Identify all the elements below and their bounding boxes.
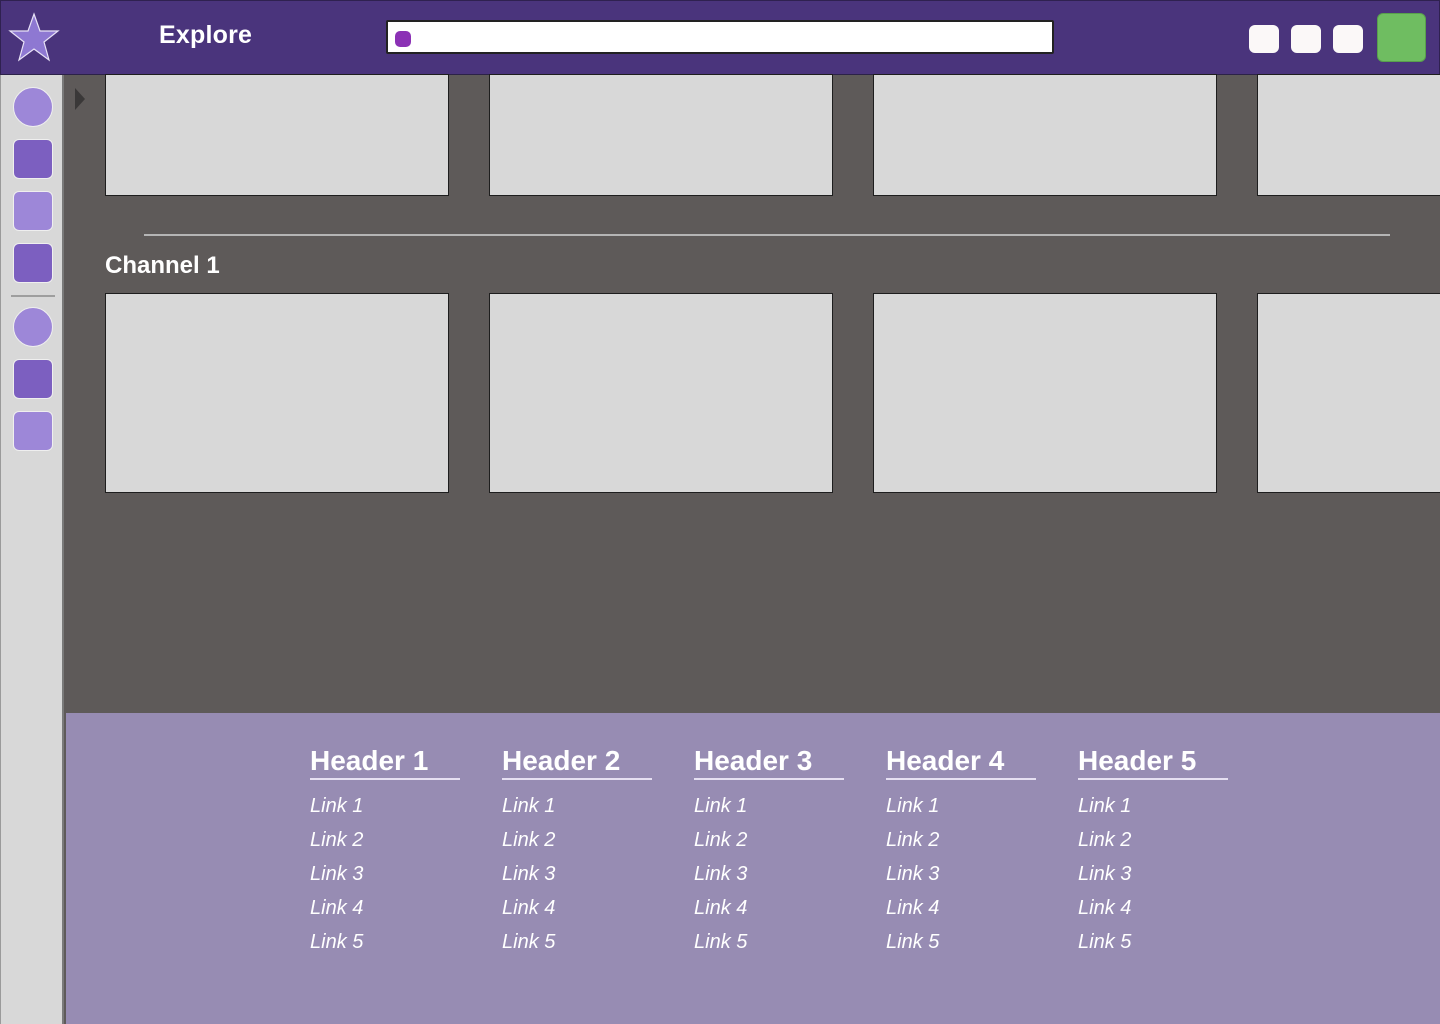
footer-link[interactable]: Link 3 [694, 857, 844, 891]
footer-link[interactable]: Link 2 [694, 823, 844, 857]
footer-link[interactable]: Link 5 [1078, 925, 1228, 959]
toolbar-button-2[interactable] [1291, 25, 1321, 53]
footer-link[interactable]: Link 4 [502, 891, 652, 925]
footer-link[interactable]: Link 1 [310, 789, 460, 823]
footer-link[interactable]: Link 2 [886, 823, 1036, 857]
toolbar-button-1[interactable] [1249, 25, 1279, 53]
video-thumbnail[interactable] [873, 293, 1217, 493]
channel-title: Channel 1 [105, 252, 220, 279]
footer-column-1: Header 1 Link 1 Link 2 Link 3 Link 4 Lin… [310, 744, 460, 959]
footer-column-2: Header 2 Link 1 Link 2 Link 3 Link 4 Lin… [502, 744, 652, 959]
expand-arrow-icon[interactable] [75, 88, 85, 110]
footer-header: Header 4 [886, 744, 1036, 780]
search-bar[interactable] [386, 20, 1054, 54]
video-thumbnail[interactable] [1257, 74, 1440, 196]
video-thumbnail[interactable] [873, 74, 1217, 196]
video-thumbnail[interactable] [105, 74, 449, 196]
footer-link[interactable]: Link 2 [1078, 823, 1228, 857]
footer-header: Header 1 [310, 744, 460, 780]
footer-link[interactable]: Link 1 [886, 789, 1036, 823]
video-thumbnail[interactable] [489, 74, 833, 196]
sidebar-item-4[interactable] [13, 243, 53, 283]
sidebar-item-6[interactable] [13, 359, 53, 399]
footer-link[interactable]: Link 1 [1078, 789, 1228, 823]
footer-link[interactable]: Link 4 [310, 891, 460, 925]
footer-header: Header 3 [694, 744, 844, 780]
page-title: Explore [159, 21, 253, 49]
section-divider [144, 234, 1390, 236]
sidebar-item-5[interactable] [13, 307, 53, 347]
footer-link[interactable]: Link 1 [694, 789, 844, 823]
footer-link[interactable]: Link 2 [502, 823, 652, 857]
profile-button[interactable] [1377, 13, 1426, 62]
footer-link[interactable]: Link 3 [502, 857, 652, 891]
sidebar-item-7[interactable] [13, 411, 53, 451]
sidebar-item-3[interactable] [13, 191, 53, 231]
sidebar [0, 75, 64, 1024]
video-thumbnail[interactable] [105, 293, 449, 493]
video-thumbnail[interactable] [1257, 293, 1440, 493]
footer-link[interactable]: Link 5 [310, 925, 460, 959]
footer-link[interactable]: Link 4 [1078, 891, 1228, 925]
footer-link[interactable]: Link 3 [310, 857, 460, 891]
footer-link[interactable]: Link 4 [694, 891, 844, 925]
sidebar-divider [11, 295, 55, 297]
footer-link[interactable]: Link 5 [694, 925, 844, 959]
footer-link[interactable]: Link 1 [502, 789, 652, 823]
star-icon[interactable] [8, 12, 60, 62]
footer-column-3: Header 3 Link 1 Link 2 Link 3 Link 4 Lin… [694, 744, 844, 959]
video-thumbnail[interactable] [489, 293, 833, 493]
footer: Header 1 Link 1 Link 2 Link 3 Link 4 Lin… [66, 713, 1440, 1024]
footer-link[interactable]: Link 2 [310, 823, 460, 857]
search-input[interactable] [418, 24, 1042, 52]
toolbar-button-3[interactable] [1333, 25, 1363, 53]
footer-link[interactable]: Link 4 [886, 891, 1036, 925]
footer-column-4: Header 4 Link 1 Link 2 Link 3 Link 4 Lin… [886, 744, 1036, 959]
top-bar: Explore [0, 0, 1440, 75]
search-dot-icon [395, 31, 411, 47]
footer-link[interactable]: Link 3 [1078, 857, 1228, 891]
sidebar-item-2[interactable] [13, 139, 53, 179]
footer-column-5: Header 5 Link 1 Link 2 Link 3 Link 4 Lin… [1078, 744, 1228, 959]
footer-header: Header 2 [502, 744, 652, 780]
footer-link[interactable]: Link 5 [502, 925, 652, 959]
sidebar-item-1[interactable] [13, 87, 53, 127]
footer-link[interactable]: Link 3 [886, 857, 1036, 891]
footer-header: Header 5 [1078, 744, 1228, 780]
footer-link[interactable]: Link 5 [886, 925, 1036, 959]
